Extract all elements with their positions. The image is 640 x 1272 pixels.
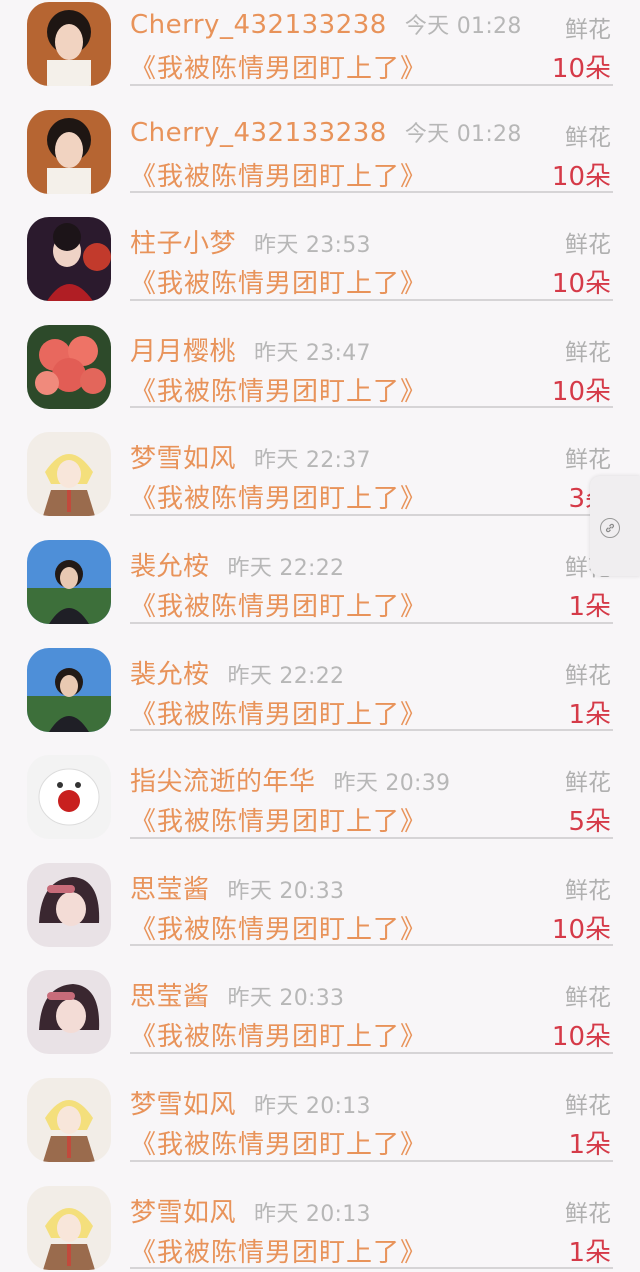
gift-type: 鲜花	[565, 124, 611, 151]
send-time: 昨天 20:13	[254, 1201, 371, 1227]
list-item[interactable]: 思莹酱 昨天 20:33 鲜花 《我被陈情男团盯上了》 10朵	[0, 839, 640, 947]
user-name[interactable]: Cherry_432133238 今天 01:28	[130, 8, 522, 40]
list-item[interactable]: 裴允桉 昨天 22:22 鲜花 《我被陈情男团盯上了》 1朵	[0, 516, 640, 624]
avatar[interactable]	[27, 970, 111, 1055]
avatar[interactable]	[27, 1077, 111, 1162]
avatar[interactable]	[27, 1185, 111, 1270]
book-title[interactable]: 《我被陈情男团盯上了》	[130, 1124, 427, 1161]
avatar[interactable]	[27, 217, 111, 302]
book-title[interactable]: 《我被陈情男团盯上了》	[130, 478, 427, 515]
book-title[interactable]: 《我被陈情男团盯上了》	[130, 694, 427, 731]
send-time: 昨天 20:33	[227, 878, 345, 904]
send-time: 昨天 20:33	[227, 986, 345, 1012]
book-title[interactable]: 《我被陈情男团盯上了》	[130, 1232, 427, 1269]
user-name[interactable]: 柱子小梦 昨天 23:53	[130, 223, 371, 260]
list-item[interactable]: 梦雪如风 昨天 20:13 鲜花 《我被陈情男团盯上了》 1朵	[0, 1162, 640, 1270]
link-icon	[600, 518, 620, 538]
send-time: 昨天 22:22	[227, 555, 345, 581]
gift-type: 鲜花	[565, 662, 611, 689]
gift-type: 鲜花	[565, 1200, 611, 1227]
list-item[interactable]: 梦雪如风昨天 22:37 鲜花 《我被陈情男团盯上了》 3朵	[0, 408, 640, 517]
list-item[interactable]: 裴允桉 昨天 22:22 鲜花 《我被陈情男团盯上了》 1朵	[0, 624, 640, 732]
send-time: 今天 01:28	[404, 121, 522, 147]
book-title[interactable]: 《我被陈情男团盯上了》	[130, 48, 427, 85]
avatar[interactable]	[27, 539, 111, 624]
gift-count: 5朵	[568, 807, 611, 838]
user-name[interactable]: 裴允桉 昨天 22:22	[130, 546, 344, 583]
user-name[interactable]: 指尖流逝的年华 昨天 20:39	[130, 761, 450, 798]
gift-record-list: Cherry_432133238 今天 01:28 鲜花 《我被陈情男团盯上了》 …	[0, 0, 640, 1270]
user-name[interactable]: 思莹酱 昨天 20:33	[130, 976, 344, 1013]
avatar[interactable]	[27, 647, 111, 732]
book-title[interactable]: 《我被陈情男团盯上了》	[130, 801, 427, 838]
gift-count: 1朵	[568, 699, 611, 730]
user-name[interactable]: 梦雪如风 昨天 22:37	[130, 438, 371, 475]
gift-count: 10朵	[551, 914, 611, 945]
send-time: 昨天 20:39	[333, 771, 451, 797]
divider	[130, 1267, 613, 1270]
gift-type: 鲜花	[565, 17, 611, 43]
send-time: 今天 01:28	[404, 14, 522, 39]
gift-count: 10朵	[551, 1022, 611, 1053]
avatar[interactable]	[27, 324, 111, 409]
gift-type: 鲜花	[565, 339, 611, 366]
send-time: 昨天 22:37	[254, 448, 371, 474]
gift-count: 1朵	[568, 1237, 611, 1268]
gift-count: 1朵	[568, 1129, 611, 1160]
book-title[interactable]: 《我被陈情男团盯上了》	[130, 586, 427, 623]
gift-type: 鲜花	[565, 770, 611, 797]
book-title[interactable]: 《我被陈情男团盯上了》	[130, 156, 427, 193]
list-item[interactable]: 指尖流逝的年华 昨天 20:39 鲜花 《我被陈情男团盯上了》 5朵	[0, 731, 640, 840]
gift-count: 10朵	[551, 269, 611, 300]
user-name[interactable]: 思莹酱 昨天 20:33	[130, 869, 344, 906]
list-item[interactable]: Cherry_432133238 今天 01:28 鲜花 《我被陈情男团盯上了》 …	[0, 0, 640, 86]
avatar[interactable]	[27, 432, 111, 517]
user-name[interactable]: 梦雪如风 昨天 20:13	[130, 1192, 371, 1229]
list-item[interactable]: 梦雪如风 昨天 20:13 鲜花 《我被陈情男团盯上了》 1朵	[0, 1054, 640, 1162]
send-time: 昨天 23:53	[254, 233, 371, 259]
gift-type: 鲜花	[565, 985, 611, 1012]
book-title[interactable]: 《我被陈情男团盯上了》	[130, 909, 427, 946]
avatar[interactable]	[27, 862, 111, 947]
book-title[interactable]: 《我被陈情男团盯上了》	[130, 371, 427, 408]
gift-count: 10朵	[551, 376, 611, 407]
user-name[interactable]: Cherry_432133238 今天 01:28	[130, 116, 522, 148]
list-item[interactable]: Cherry_432133238 今天 01:28 鲜花 《我被陈情男团盯上了》 …	[0, 86, 640, 194]
user-name[interactable]: 裴允桉 昨天 22:22	[130, 654, 344, 691]
send-time: 昨天 20:13	[254, 1093, 371, 1119]
gift-count: 10朵	[551, 54, 611, 84]
gift-count: 1朵	[568, 591, 611, 622]
book-title[interactable]: 《我被陈情男团盯上了》	[130, 1016, 427, 1053]
list-item[interactable]: 月月樱桃 昨天 23:47 鲜花 《我被陈情男团盯上了》 10朵	[0, 301, 640, 409]
send-time: 昨天 22:22	[227, 663, 345, 689]
gift-type: 鲜花	[565, 1092, 611, 1119]
user-name[interactable]: 梦雪如风 昨天 20:13	[130, 1084, 371, 1121]
floating-share-button[interactable]	[590, 476, 640, 576]
avatar[interactable]	[27, 109, 111, 194]
gift-type: 鲜花	[565, 232, 611, 259]
gift-type: 鲜花	[565, 447, 611, 474]
gift-type: 鲜花	[565, 877, 611, 904]
gift-count: 10朵	[551, 161, 611, 192]
avatar[interactable]	[27, 2, 111, 86]
avatar[interactable]	[27, 755, 111, 840]
send-time: 昨天 23:47	[254, 340, 371, 366]
list-item[interactable]: 思莹酱 昨天 20:33 鲜花 《我被陈情男团盯上了》 10朵	[0, 946, 640, 1055]
list-item[interactable]: 柱子小梦 昨天 23:53 鲜花 《我被陈情男团盯上了》 10朵	[0, 193, 640, 302]
user-name[interactable]: 月月樱桃 昨天 23:47	[130, 331, 371, 368]
book-title[interactable]: 《我被陈情男团盯上了》	[130, 263, 427, 300]
